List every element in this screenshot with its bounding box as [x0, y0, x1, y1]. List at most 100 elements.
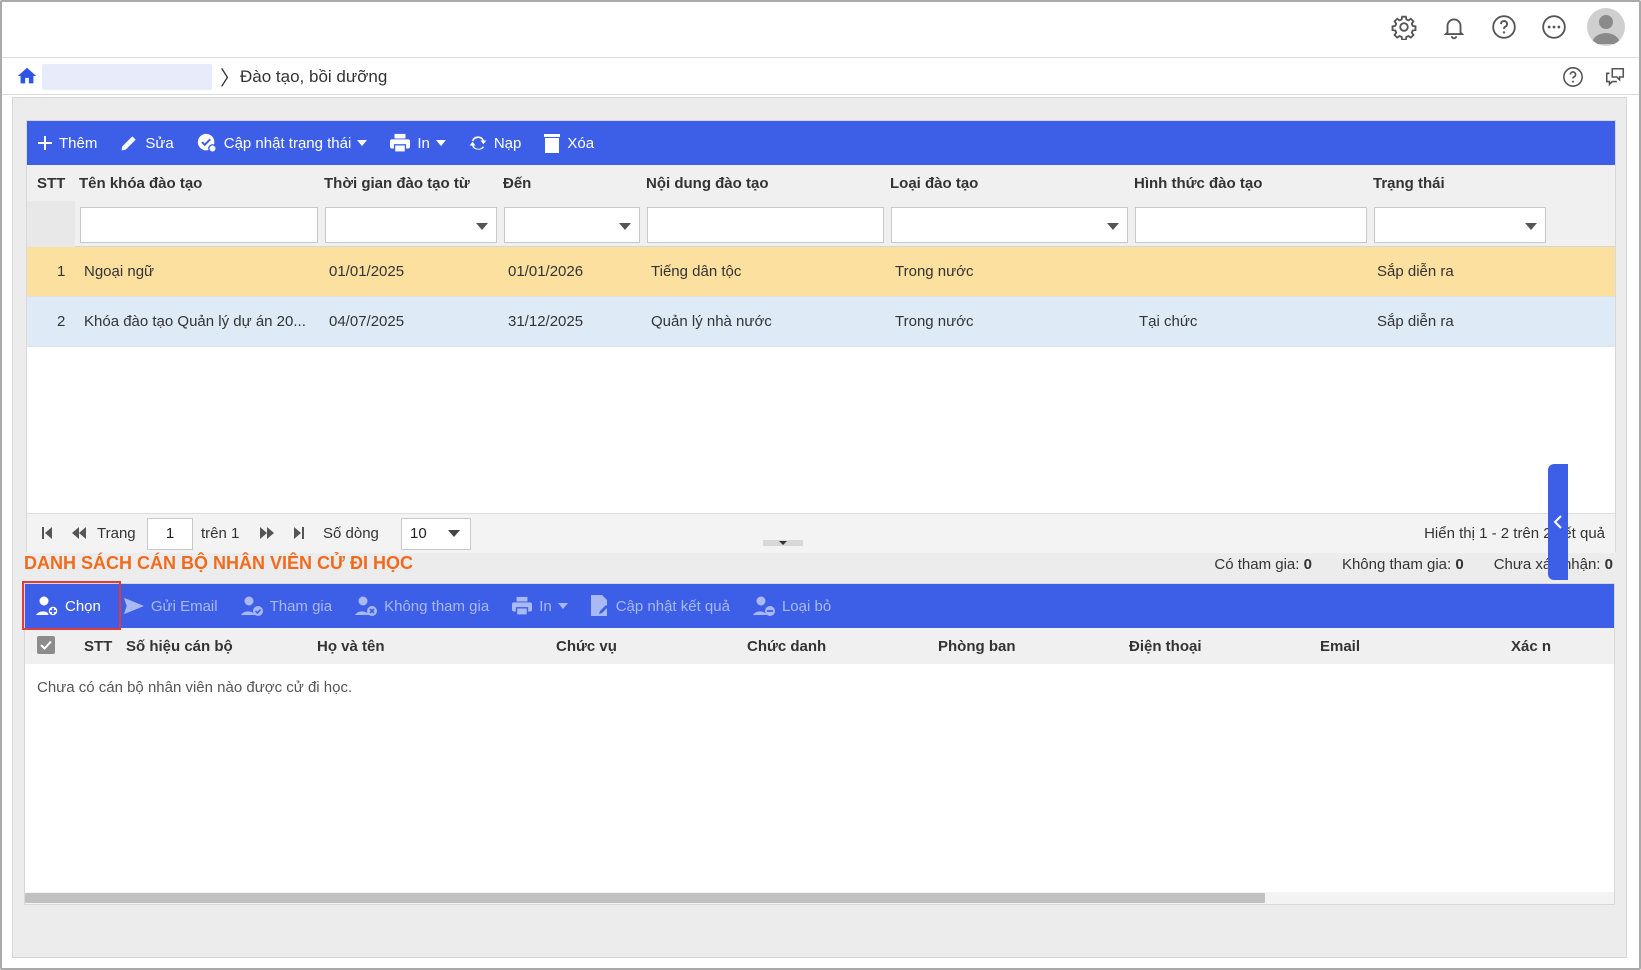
more-options-icon[interactable] [1537, 10, 1571, 44]
col-stt[interactable]: STT [84, 638, 112, 655]
next-page-icon[interactable] [259, 525, 275, 544]
print-button[interactable]: In [389, 133, 446, 153]
edit-button[interactable]: Sửa [119, 133, 174, 153]
add-label: Thêm [59, 134, 98, 152]
rows-per-page-value: 10 [410, 525, 427, 542]
filter-stt-spacer [27, 201, 75, 247]
col-content[interactable]: Nội dung đào tạo [646, 175, 768, 192]
user-avatar[interactable] [1587, 8, 1625, 46]
col-phone[interactable]: Điện thoại [1129, 638, 1202, 655]
filter-type-select[interactable] [891, 207, 1128, 243]
add-person-icon [36, 596, 59, 617]
col-email[interactable]: Email [1320, 638, 1360, 655]
update-status-button[interactable]: Cập nhật trạng thái [196, 132, 368, 154]
cell-content: Quản lý nhà nước [651, 313, 772, 330]
refresh-icon [469, 136, 487, 150]
home-icon[interactable] [16, 65, 38, 90]
page-help-icon[interactable] [1559, 63, 1587, 91]
send-email-button[interactable]: Gửi Email [123, 596, 218, 616]
count-joined-label: Có tham gia: [1214, 556, 1300, 573]
dropdown-caret-icon [619, 223, 631, 230]
col-stt[interactable]: STT [37, 175, 65, 192]
col-type[interactable]: Loại đào tạo [890, 175, 978, 192]
col-job-title[interactable]: Chức danh [747, 638, 826, 655]
update-result-label: Cập nhật kết quả [615, 597, 730, 615]
send-email-label: Gửi Email [150, 597, 218, 615]
col-course-name[interactable]: Tên khóa đào tạo [79, 175, 202, 192]
help-icon[interactable] [1487, 10, 1521, 44]
panel-splitter-handle[interactable] [763, 540, 803, 546]
trainees-toolbar: Chọn Gửi Email Tham gia Không tham gia I… [25, 584, 1614, 628]
choose-button[interactable]: Chọn [35, 594, 101, 618]
print-label: In [417, 134, 430, 152]
cell-type: Trong nước [895, 313, 974, 330]
reload-button[interactable]: Nạp [468, 133, 521, 153]
cell-status: Sắp diễn ra [1377, 263, 1454, 280]
pencil-icon [121, 136, 137, 151]
col-status[interactable]: Trạng thái [1373, 175, 1445, 192]
add-button[interactable]: Thêm [37, 135, 97, 152]
filter-content-input[interactable] [647, 207, 884, 243]
col-form[interactable]: Hình thức đào tạo [1134, 175, 1262, 192]
col-staff-code[interactable]: Số hiệu cán bộ [126, 638, 233, 655]
delete-label: Xóa [567, 134, 595, 152]
side-panel-toggle[interactable] [1548, 464, 1568, 580]
document-edit-icon [590, 595, 608, 616]
trainees-print-label: In [539, 597, 552, 615]
col-confirm[interactable]: Xác n [1511, 638, 1551, 655]
trash-icon [544, 134, 561, 153]
horizontal-scrollbar[interactable] [25, 892, 1614, 904]
filter-to-date-select[interactable] [504, 207, 640, 243]
remove-button[interactable]: Loại bỏ [752, 594, 831, 618]
col-position[interactable]: Chức vụ [556, 638, 617, 655]
caret-down-icon [357, 140, 368, 146]
update-result-button[interactable]: Cập nhật kết quả [590, 594, 730, 618]
filter-course-name-input[interactable] [80, 207, 318, 243]
feedback-icon[interactable] [1601, 63, 1629, 91]
courses-pager: Trang 1 trên 1 Số dòng 10 Hiển thị 1 - 2… [27, 513, 1615, 553]
count-not-joined-label: Không tham gia: [1341, 556, 1452, 573]
filter-form-input[interactable] [1135, 207, 1367, 243]
settings-gear-icon[interactable] [1387, 10, 1421, 44]
cell-content: Tiếng dân tộc [651, 263, 742, 280]
first-page-icon[interactable] [41, 525, 53, 544]
page-title: Đào tạo, bồi dưỡng [240, 67, 388, 86]
col-full-name[interactable]: Họ và tên [317, 638, 385, 655]
rows-per-page-select[interactable]: 10 [401, 518, 471, 550]
courses-filter-row [27, 201, 1615, 247]
col-to-date[interactable]: Đến [503, 175, 531, 192]
dropdown-caret-icon [448, 530, 460, 537]
col-from-date[interactable]: Thời gian đào tạo từ [324, 175, 470, 192]
not-join-label: Không tham gia [384, 597, 490, 615]
col-department[interactable]: Phòng ban [938, 638, 1016, 655]
join-button[interactable]: Tham gia [240, 594, 332, 618]
table-row[interactable]: 1 Ngoại ngữ 01/01/2025 01/01/2026 Tiếng … [27, 247, 1615, 297]
select-all-checkbox[interactable] [37, 636, 55, 654]
filter-status-select[interactable] [1374, 207, 1546, 243]
count-not-joined-value: 0 [1455, 556, 1464, 573]
notification-bell-icon[interactable] [1437, 10, 1471, 44]
plus-icon [38, 136, 52, 150]
printer-icon [512, 596, 533, 616]
caret-down-icon [779, 541, 787, 545]
scrollbar-thumb[interactable] [25, 893, 1265, 903]
delete-button[interactable]: Xóa [543, 132, 594, 154]
breadcrumb-hidden-segment[interactable] [42, 64, 212, 90]
page-number-input[interactable]: 1 [147, 518, 193, 550]
last-page-icon[interactable] [293, 525, 305, 544]
prev-page-icon[interactable] [71, 525, 87, 544]
filter-from-date-select[interactable] [325, 207, 497, 243]
trainees-print-button[interactable]: In [511, 596, 568, 616]
remove-label: Loại bỏ [781, 597, 832, 615]
chevron-left-icon [1553, 515, 1562, 529]
table-row[interactable]: 2 Khóa đào tạo Quản lý dự án 20... 04/07… [27, 297, 1615, 347]
choose-label: Chọn [65, 597, 101, 615]
person-remove-icon [752, 596, 775, 616]
cell-course-name: Khóa đào tạo Quản lý dự án 20... [84, 313, 306, 330]
update-status-label: Cập nhật trạng thái [223, 134, 352, 152]
status-check-icon [197, 133, 217, 153]
not-join-button[interactable]: Không tham gia [354, 594, 489, 618]
dropdown-caret-icon [1107, 223, 1119, 230]
printer-icon [390, 133, 411, 153]
trainees-grid-header: STT Số hiệu cán bộ Họ và tên Chức vụ Chứ… [25, 628, 1614, 664]
